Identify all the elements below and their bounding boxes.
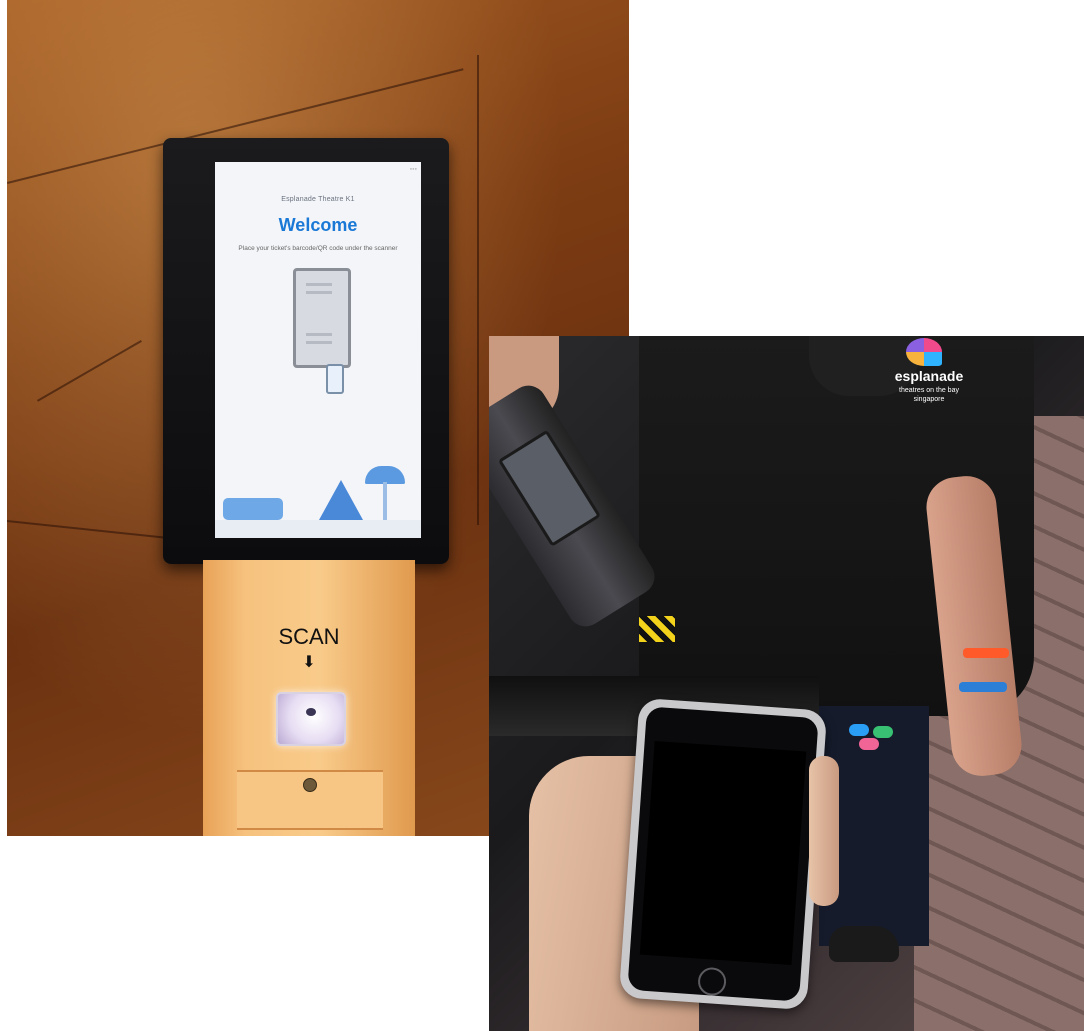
illustration-line: [306, 283, 332, 286]
arrow-down-icon: ⬇: [302, 654, 316, 671]
handheld-scanner: [489, 378, 662, 634]
sofa-illustration: [223, 498, 283, 520]
kiosk-illustration-icon: [293, 268, 351, 368]
badge: [873, 726, 893, 738]
venue-name: Esplanade Theatre K1: [281, 196, 355, 203]
kiosk-monitor: ●●● Esplanade Theatre K1 Welcome Place y…: [163, 138, 449, 564]
logo-name: esplanade: [894, 368, 964, 384]
scan-label: SCAN: [278, 624, 340, 649]
badge: [849, 724, 869, 736]
kiosk-stand: SCAN ⬇: [203, 560, 415, 836]
staff-shoe: [829, 926, 899, 962]
welcome-title: Welcome: [278, 215, 358, 235]
ground: [215, 520, 421, 538]
phone-illustration-icon: [326, 364, 344, 394]
wall-vein: [37, 340, 142, 402]
visitor-fingers: [809, 756, 839, 906]
esplanade-logo-icon: [906, 338, 942, 366]
wristband: [959, 682, 1007, 692]
illustration-line: [306, 291, 332, 294]
barcode-scanner-window[interactable]: [276, 692, 346, 746]
carousel-pole: [383, 482, 387, 520]
pocket-badges: [849, 724, 899, 764]
hazard-stripes: [639, 616, 675, 642]
illustration-line: [306, 341, 332, 344]
carnival-illustration: [215, 458, 421, 538]
illustration-line: [306, 333, 332, 336]
phone-screen[interactable]: [639, 740, 807, 966]
logo-tagline: theatres on the bay singapore: [899, 387, 959, 403]
smartphone: [618, 697, 828, 1011]
tent-illustration: [319, 480, 363, 520]
handheld-screen: [497, 429, 602, 547]
stand-drawer: [237, 770, 383, 830]
badge: [859, 738, 879, 750]
smartphone-body: [627, 706, 819, 1002]
scanner-lens: [306, 708, 316, 716]
wristband: [963, 648, 1009, 658]
handheld-scan-photo: esplanade theatres on the bay singapore: [489, 336, 1084, 1031]
status-bar: ●●●: [409, 166, 417, 171]
scan-instructions: Place your ticket's barcode/QR code unde…: [238, 245, 398, 252]
lock-icon: [303, 778, 317, 792]
home-button-icon[interactable]: [697, 966, 728, 997]
wall-seam: [477, 55, 479, 525]
kiosk-screen[interactable]: ●●● Esplanade Theatre K1 Welcome Place y…: [215, 162, 421, 538]
esplanade-logo: esplanade theatres on the bay singapore: [884, 336, 974, 426]
